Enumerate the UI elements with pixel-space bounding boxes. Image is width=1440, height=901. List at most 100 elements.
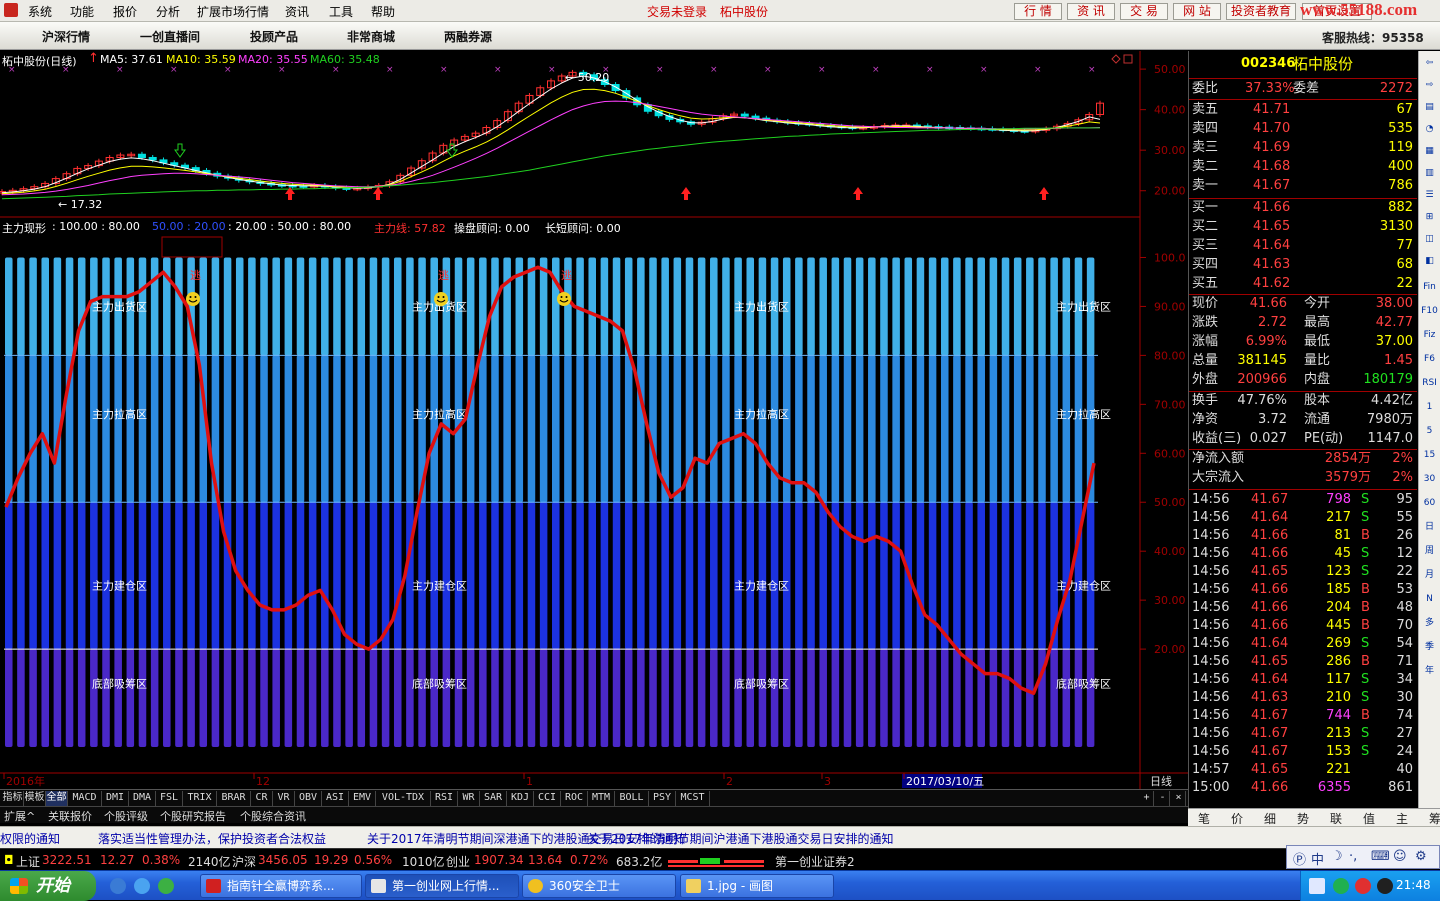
toolbar-icon[interactable]: ◔: [1421, 121, 1438, 138]
trade-button[interactable]: 交 易: [1120, 3, 1168, 20]
user-icon[interactable]: ☺: [1393, 849, 1407, 864]
news-item[interactable]: 关于2017年清明节期间沪港通下港股通交易日安排的通知: [587, 830, 894, 847]
taskbar-item-compass[interactable]: 指南针全赢博弈系...: [200, 874, 362, 898]
right-tab[interactable]: 联: [1330, 810, 1342, 827]
toolbar-icon[interactable]: ⇦: [1421, 55, 1438, 72]
nav-advisor-products[interactable]: 投顾产品: [250, 28, 298, 45]
toolbar-icon[interactable]: ⇨: [1421, 77, 1438, 94]
right-tab[interactable]: 势: [1297, 810, 1309, 827]
tool-30[interactable]: 30: [1421, 471, 1438, 488]
menu-extended-market[interactable]: 扩展市场行情: [197, 3, 269, 20]
tool-RSI[interactable]: RSI: [1421, 375, 1438, 392]
menu-tools[interactable]: 工具: [329, 3, 353, 20]
settings-icon[interactable]: ⚙: [1415, 849, 1427, 864]
tool-1[interactable]: 1: [1421, 399, 1438, 416]
nav-hushen-market[interactable]: 沪深行情: [42, 28, 90, 45]
tool-月[interactable]: 月: [1421, 567, 1438, 584]
ext-tab[interactable]: 个股评级: [104, 808, 148, 824]
close-pane-button[interactable]: ×: [1172, 791, 1186, 806]
tab-[interactable]: 全部: [46, 791, 68, 806]
nav-live-room[interactable]: 一创直播间: [140, 28, 200, 45]
sz-index-value[interactable]: 3456.05: [258, 853, 308, 867]
tool-多[interactable]: 多: [1421, 615, 1438, 632]
tab-fsl[interactable]: FSL: [156, 791, 183, 806]
menu-quote[interactable]: 报价: [113, 3, 137, 20]
360-launch-icon[interactable]: [158, 878, 174, 894]
qq-tray-icon[interactable]: [1377, 878, 1393, 894]
tool-周[interactable]: 周: [1421, 543, 1438, 560]
window-toggle-icon[interactable]: [1123, 54, 1133, 64]
ie-launch-icon[interactable]: [110, 878, 126, 894]
tool-5[interactable]: 5: [1421, 423, 1438, 440]
tab-vr[interactable]: VR: [273, 791, 295, 806]
nav-margin-source[interactable]: 两融券源: [444, 28, 492, 45]
tab-[interactable]: 模板: [24, 791, 46, 806]
tab-rsi[interactable]: RSI: [431, 791, 458, 806]
right-tab[interactable]: 值: [1363, 810, 1375, 827]
menu-system[interactable]: 系统: [28, 3, 52, 20]
tab-obv[interactable]: OBV: [295, 791, 322, 806]
tab-cr[interactable]: CR: [251, 791, 273, 806]
ime-language[interactable]: 中: [1311, 849, 1324, 868]
taskbar-item-market[interactable]: 第一创业网上行情...: [365, 874, 519, 898]
menu-analysis[interactable]: 分析: [156, 3, 180, 20]
chart-canvas[interactable]: 50.0040.0030.0020.00← 50.20← 17.32× × × × × ×…: [0, 51, 1188, 789]
tab-dmi[interactable]: DMI: [102, 791, 129, 806]
sh-index-value[interactable]: 3222.51: [42, 853, 92, 867]
tab-psy[interactable]: PSY: [649, 791, 676, 806]
website-button[interactable]: 网 站: [1173, 3, 1221, 20]
right-tab[interactable]: 主: [1396, 810, 1408, 827]
tab-sar[interactable]: SAR: [480, 791, 507, 806]
investor-education-button[interactable]: 投资者教育: [1226, 3, 1296, 20]
toolbar-icon[interactable]: ▦: [1421, 143, 1438, 160]
tab-wr[interactable]: WR: [458, 791, 480, 806]
tab-cci[interactable]: CCI: [534, 791, 561, 806]
diamond-icon[interactable]: [1111, 54, 1121, 64]
tool-日[interactable]: 日: [1421, 519, 1438, 536]
browser-launch-icon[interactable]: [134, 878, 150, 894]
taskbar-item-paint[interactable]: 1.jpg - 画图: [680, 874, 834, 898]
menu-help[interactable]: 帮助: [371, 3, 395, 20]
toolbar-icon[interactable]: ▥: [1421, 165, 1438, 182]
ext-tab[interactable]: 扩展^: [4, 808, 35, 824]
tab-kdj[interactable]: KDJ: [507, 791, 534, 806]
tab-[interactable]: 指标: [2, 791, 24, 806]
tab-mcst[interactable]: MCST: [676, 791, 710, 806]
tool-年[interactable]: 年: [1421, 663, 1438, 680]
toolbar-icon[interactable]: ☰: [1421, 187, 1438, 204]
right-tab[interactable]: 笔: [1198, 810, 1210, 827]
zoom-out-button[interactable]: -: [1156, 791, 1170, 806]
taskbar-item-360[interactable]: 360安全卫士: [522, 874, 676, 898]
tool-60[interactable]: 60: [1421, 495, 1438, 512]
menu-info[interactable]: 资讯: [285, 3, 309, 20]
nav-mall[interactable]: 非常商城: [347, 28, 395, 45]
cy-index-value[interactable]: 1907.34: [474, 853, 524, 867]
news-item[interactable]: 落实适当性管理办法，保护投资者合法权益: [98, 830, 326, 847]
moon-icon[interactable]: ☽: [1331, 849, 1343, 864]
360-tray-icon[interactable]: [1333, 878, 1349, 894]
tab-voltdx[interactable]: VOL-TDX: [376, 791, 431, 806]
ext-tab[interactable]: 个股研究报告: [160, 808, 226, 824]
news-item[interactable]: 权限的通知: [0, 830, 60, 847]
chrome-tray-icon[interactable]: [1355, 878, 1371, 894]
tool-15[interactable]: 15: [1421, 447, 1438, 464]
keyboard-icon[interactable]: ⌨: [1371, 849, 1390, 864]
period-label[interactable]: 日线: [1150, 774, 1172, 788]
menu-function[interactable]: 功能: [70, 3, 94, 20]
info-button[interactable]: 资 讯: [1067, 3, 1115, 20]
right-tab[interactable]: 细: [1264, 810, 1276, 827]
tool-N[interactable]: N: [1421, 591, 1438, 608]
chart-area[interactable]: 50.00 40.00 30.00 20.00 ← 50.20 ← 17.32 × × × × × ×…: [0, 51, 1188, 795]
tab-boll[interactable]: BOLL: [615, 791, 649, 806]
toolbar-icon[interactable]: ⊞: [1421, 209, 1438, 226]
toolbar-icon[interactable]: ◧: [1421, 253, 1438, 270]
quote-button[interactable]: 行 情: [1014, 3, 1062, 20]
tool-Fiz[interactable]: Fiz: [1421, 327, 1438, 344]
ext-tab[interactable]: 个股综合资讯: [240, 808, 306, 824]
ime-toolbar[interactable]: Ⓟ 中 ☽ ·, ⌨ ☺ ⚙: [1286, 845, 1440, 869]
tool-F6[interactable]: F6: [1421, 351, 1438, 368]
toolbar-icon[interactable]: ◫: [1421, 231, 1438, 248]
start-button[interactable]: 开始: [0, 871, 96, 901]
tool-季[interactable]: 季: [1421, 639, 1438, 656]
ime-tray-icon[interactable]: [1309, 878, 1325, 894]
